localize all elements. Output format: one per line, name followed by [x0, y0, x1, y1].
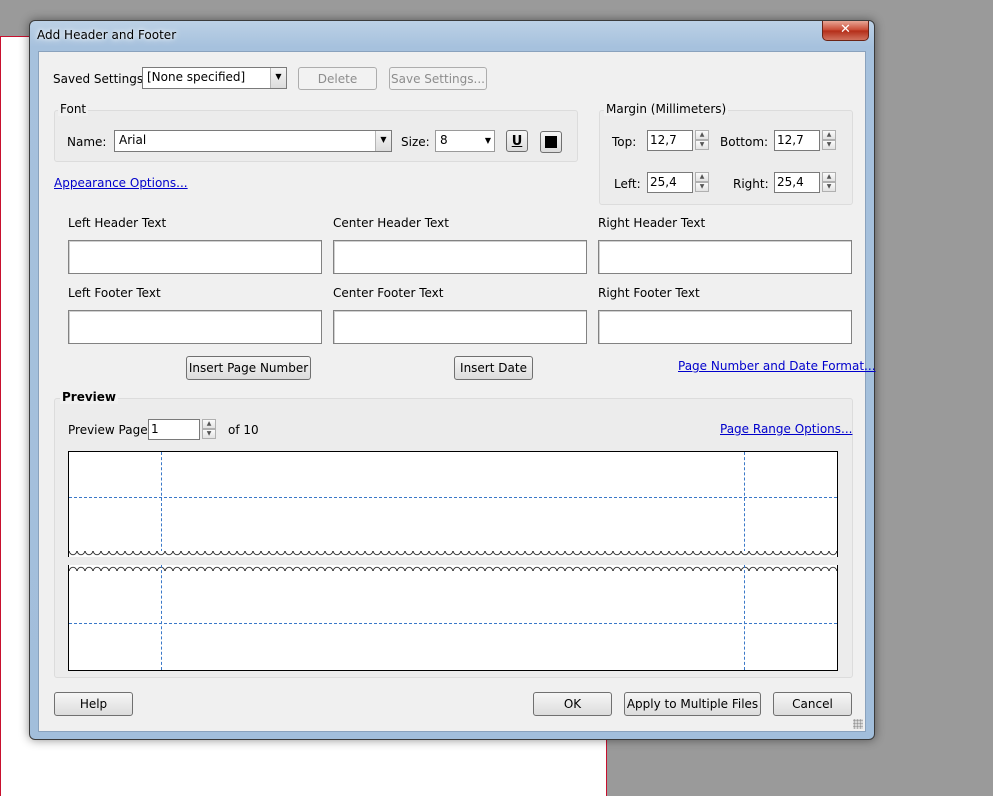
- dialog-client-area: Saved Settings: [None specified] ▼ Delet…: [38, 51, 876, 732]
- right-footer-textarea[interactable]: [598, 310, 852, 344]
- margin-left-input[interactable]: 25,4: [647, 172, 693, 193]
- footer-margin-guide: [69, 623, 837, 624]
- spin-down-icon[interactable]: ▼: [695, 182, 709, 192]
- font-size-dropdown[interactable]: 8 ▼: [435, 130, 495, 152]
- page-break-edge: [69, 551, 837, 557]
- margin-right-label: Right:: [733, 177, 769, 191]
- close-icon: ✕: [840, 22, 851, 37]
- saved-settings-value: [None specified]: [147, 70, 246, 84]
- chevron-down-icon: ▼: [375, 131, 391, 151]
- font-group-title: Font: [58, 102, 89, 116]
- close-button[interactable]: ✕: [822, 21, 869, 41]
- margin-top-label: Top:: [612, 135, 637, 149]
- margin-group-title: Margin (Millimeters): [604, 102, 729, 116]
- left-footer-label: Left Footer Text: [68, 286, 161, 300]
- spin-up-icon[interactable]: ▲: [695, 130, 709, 140]
- margin-left-spinner[interactable]: ▲ ▼: [695, 172, 709, 193]
- left-header-label: Left Header Text: [68, 216, 167, 230]
- font-size-value: 8: [440, 133, 448, 147]
- margin-right-input[interactable]: 25,4: [774, 172, 820, 193]
- left-footer-textarea[interactable]: [68, 310, 322, 344]
- spin-up-icon[interactable]: ▲: [202, 419, 216, 429]
- spin-up-icon[interactable]: ▲: [822, 172, 836, 182]
- resize-grip-icon[interactable]: [853, 719, 863, 729]
- insert-page-number-button[interactable]: Insert Page Number: [186, 356, 311, 380]
- right-footer-label: Right Footer Text: [598, 286, 700, 300]
- spin-down-icon[interactable]: ▼: [822, 182, 836, 192]
- help-button[interactable]: Help: [54, 692, 133, 716]
- center-header-label: Center Header Text: [333, 216, 449, 230]
- page-count-text: of 10: [228, 423, 259, 437]
- margin-top-spinner[interactable]: ▲ ▼: [695, 130, 709, 151]
- page-number-date-format-link[interactable]: Page Number and Date Format...: [678, 359, 876, 373]
- header-footer-dialog: Add Header and Footer ✕ Saved Settings: …: [29, 20, 876, 740]
- saved-settings-label: Saved Settings:: [53, 72, 148, 86]
- preview-page-bottom: [68, 565, 838, 671]
- font-name-value: Arial: [119, 133, 147, 147]
- page-range-options-link[interactable]: Page Range Options...: [720, 422, 852, 436]
- underline-icon: U: [511, 133, 523, 149]
- spin-up-icon[interactable]: ▲: [822, 130, 836, 140]
- spin-down-icon[interactable]: ▼: [695, 140, 709, 150]
- preview-page-top: [68, 451, 838, 557]
- apply-to-multiple-files-button[interactable]: Apply to Multiple Files: [624, 692, 761, 716]
- margin-right-spinner[interactable]: ▲ ▼: [822, 172, 836, 193]
- saved-settings-dropdown[interactable]: [None specified] ▼: [142, 67, 287, 89]
- font-size-label: Size:: [401, 135, 430, 149]
- center-footer-label: Center Footer Text: [333, 286, 444, 300]
- preview-page-input[interactable]: 1: [148, 419, 200, 440]
- spin-down-icon[interactable]: ▼: [202, 429, 216, 439]
- center-header-textarea[interactable]: [333, 240, 587, 274]
- chevron-down-icon: ▼: [484, 136, 491, 145]
- underline-button[interactable]: U: [506, 130, 528, 152]
- preview-page-spinner[interactable]: ▲ ▼: [202, 419, 216, 440]
- right-margin-guide: [744, 565, 745, 670]
- right-header-textarea[interactable]: [598, 240, 852, 274]
- margin-bottom-spinner[interactable]: ▲ ▼: [822, 130, 836, 151]
- font-name-dropdown[interactable]: Arial ▼: [114, 130, 392, 152]
- margin-bottom-label: Bottom:: [720, 135, 769, 149]
- spin-down-icon[interactable]: ▼: [822, 140, 836, 150]
- margin-left-label: Left:: [614, 177, 641, 191]
- ok-button[interactable]: OK: [533, 692, 612, 716]
- right-margin-guide: [744, 452, 745, 557]
- margin-bottom-input[interactable]: 12,7: [774, 130, 820, 151]
- dialog-title: Add Header and Footer: [37, 28, 177, 42]
- chevron-down-icon: ▼: [270, 68, 286, 88]
- font-color-button[interactable]: [540, 131, 562, 153]
- appearance-options-link[interactable]: Appearance Options...: [54, 176, 188, 190]
- margin-top-input[interactable]: 12,7: [647, 130, 693, 151]
- preview-group-title: Preview: [60, 390, 119, 404]
- right-header-label: Right Header Text: [598, 216, 706, 230]
- left-margin-guide: [161, 565, 162, 670]
- font-name-label: Name:: [67, 135, 107, 149]
- spin-up-icon[interactable]: ▲: [695, 172, 709, 182]
- left-margin-guide: [161, 452, 162, 557]
- left-header-textarea[interactable]: [68, 240, 322, 274]
- preview-page-label: Preview Page: [68, 423, 148, 437]
- delete-button[interactable]: Delete: [298, 67, 377, 90]
- insert-date-button[interactable]: Insert Date: [454, 356, 533, 380]
- save-settings-button[interactable]: Save Settings...: [389, 67, 487, 90]
- center-footer-textarea[interactable]: [333, 310, 587, 344]
- page-break-edge: [69, 565, 837, 571]
- color-swatch-icon: [545, 136, 557, 148]
- header-margin-guide: [69, 497, 837, 498]
- cancel-button[interactable]: Cancel: [773, 692, 852, 716]
